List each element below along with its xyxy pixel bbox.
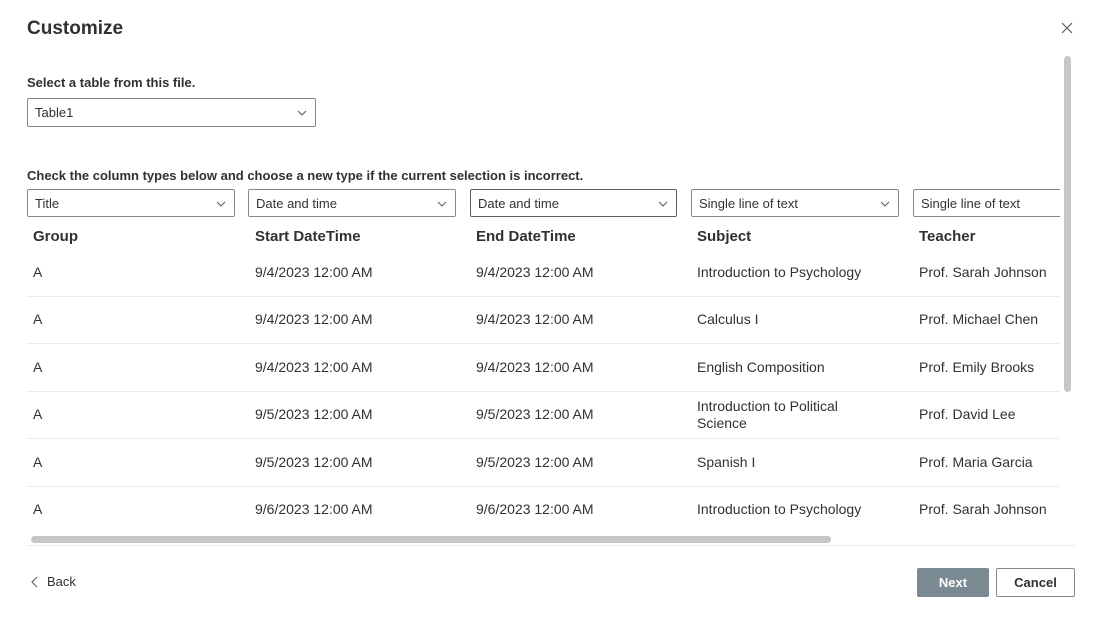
table-cell-start-datetime: 9/4/2023 12:00 AM xyxy=(255,358,373,375)
table-cell-start-datetime: 9/4/2023 12:00 AM xyxy=(255,264,373,280)
table-cell-teacher: Prof. Sarah Johnson xyxy=(919,264,1047,280)
table-row: A 9/6/2023 12:00 AM 9/6/2023 12:00 AM Intro… xyxy=(27,486,1060,533)
content-scroll-area[interactable]: Select a table from this file. Table1 Ch… xyxy=(27,56,1075,546)
table-cell-subject: English Composition xyxy=(697,358,825,375)
column-header-end-datetime: End DateTime xyxy=(476,228,576,245)
column-type-select-teacher[interactable]: Single line of text xyxy=(913,189,1060,217)
back-button[interactable]: Back xyxy=(31,574,76,589)
column-type-value: Date and time xyxy=(256,195,337,211)
chevron-down-icon xyxy=(658,201,668,207)
table-cell-end-datetime: 9/4/2023 12:00 AM xyxy=(476,264,594,280)
table-cell-teacher: Prof. David Lee xyxy=(919,406,1016,423)
table-select-dropdown[interactable]: Table1 xyxy=(27,98,316,127)
table-cell-teacher: Prof. Maria Garcia xyxy=(919,453,1033,470)
horizontal-scrollbar[interactable] xyxy=(31,536,831,543)
table-cell-subject: Calculus I xyxy=(697,311,759,328)
column-type-select-start-datetime[interactable]: Date and time xyxy=(248,189,456,217)
page-title: Customize xyxy=(27,18,124,39)
table-select-label: Select a table from this file. xyxy=(27,75,196,90)
table-cell-end-datetime: 9/5/2023 12:00 AM xyxy=(476,406,594,423)
next-button[interactable]: Next xyxy=(917,568,989,597)
column-type-value: Single line of text xyxy=(699,195,799,211)
table-cell-group: A xyxy=(33,264,43,280)
columns-hint: Check the column types below and choose … xyxy=(27,168,584,183)
chevron-down-icon xyxy=(216,201,226,207)
table-row: A 9/5/2023 12:00 AM 9/5/2023 12:00 AM Spani… xyxy=(27,439,1060,487)
table-cell-start-datetime: 9/6/2023 12:00 AM xyxy=(255,501,373,517)
table-cell-end-datetime: 9/4/2023 12:00 AM xyxy=(476,311,594,328)
chevron-down-icon xyxy=(880,201,890,207)
column-type-value: Single line of text xyxy=(921,195,1021,211)
content-divider xyxy=(27,545,1075,546)
table-cell-group: A xyxy=(33,453,43,470)
table-cell-teacher: Prof. Michael Chen xyxy=(919,311,1039,328)
table-row: A 9/4/2023 12:00 AM 9/4/2023 12:00 AM Engli… xyxy=(27,344,1060,392)
table-cell-teacher: Prof. Emily Brooks xyxy=(919,358,1035,375)
close-icon xyxy=(1061,22,1073,34)
table-cell-subject: Spanish I xyxy=(697,453,756,470)
column-header-teacher: Teacher xyxy=(919,228,976,245)
column-header-start-datetime: Start DateTime xyxy=(255,228,361,245)
preview-table: Title Date and time Date and time Single… xyxy=(27,188,1060,533)
chevron-down-icon xyxy=(297,110,307,116)
chevron-left-icon xyxy=(31,576,38,587)
column-type-value: Date and time xyxy=(478,195,559,211)
table-row: A 9/5/2023 12:00 AM 9/5/2023 12:00 AM Intro… xyxy=(27,391,1060,440)
column-type-select-subject[interactable]: Single line of text xyxy=(691,189,899,217)
table-cell-group: A xyxy=(33,501,43,517)
next-button-label: Next xyxy=(938,575,968,590)
table-cell-subject: Introduction to Psychology xyxy=(697,501,862,517)
cancel-button-label: Cancel xyxy=(1014,575,1057,590)
table-cell-subject: Introduction to Political Science xyxy=(697,397,838,431)
table-row: A 9/4/2023 12:00 AM 9/4/2023 12:00 AM Calcu… xyxy=(27,296,1060,345)
table-cell-start-datetime: 9/5/2023 12:00 AM xyxy=(255,406,373,423)
chevron-down-icon xyxy=(437,201,447,207)
table-cell-end-datetime: 9/4/2023 12:00 AM xyxy=(476,358,594,375)
column-type-select-group[interactable]: Title xyxy=(27,189,235,217)
column-header-group: Group xyxy=(33,228,78,245)
back-button-label: Back xyxy=(47,574,76,589)
table-cell-teacher: Prof. Sarah Johnson xyxy=(919,501,1047,517)
table-cell-end-datetime: 9/5/2023 12:00 AM xyxy=(476,453,594,470)
table-select-value: Table1 xyxy=(35,105,74,120)
table-cell-group: A xyxy=(33,311,43,328)
cancel-button[interactable]: Cancel xyxy=(996,568,1075,597)
table-cell-group: A xyxy=(33,358,43,375)
table-cell-start-datetime: 9/4/2023 12:00 AM xyxy=(255,311,373,328)
close-button[interactable] xyxy=(1059,20,1075,36)
table-row: A 9/4/2023 12:00 AM 9/4/2023 12:00 AM Intro… xyxy=(27,249,1060,297)
column-type-value: Title xyxy=(35,195,60,211)
column-header-subject: Subject xyxy=(697,228,752,245)
column-type-select-end-datetime[interactable]: Date and time xyxy=(470,189,677,217)
table-cell-subject: Introduction to Psychology xyxy=(697,264,862,280)
vertical-scrollbar[interactable] xyxy=(1064,56,1071,392)
table-cell-start-datetime: 9/5/2023 12:00 AM xyxy=(255,453,373,470)
table-cell-end-datetime: 9/6/2023 12:00 AM xyxy=(476,501,594,517)
table-cell-group: A xyxy=(33,406,43,423)
